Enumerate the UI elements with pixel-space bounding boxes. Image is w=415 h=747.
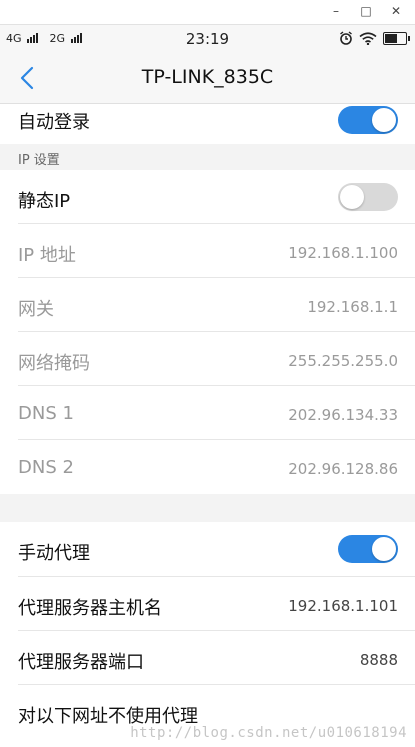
auto-login-toggle[interactable] [338,106,398,134]
manual-proxy-row[interactable]: 手动代理 [0,522,415,577]
dns1-value: 202.96.134.33 [288,406,398,424]
netmask-value: 255.255.255.0 [288,352,398,370]
window-titlebar: – □ ✕ [0,0,415,25]
proxy-host-row[interactable]: 代理服务器主机名 192.168.1.101 [0,577,415,631]
ip-address-value: 192.168.1.100 [288,244,398,262]
static-ip-label: 静态IP [18,191,71,212]
minimize-button[interactable]: – [323,2,349,20]
gateway-label: 网关 [18,299,54,320]
dns1-label: DNS 1 [18,403,74,424]
static-ip-toggle[interactable] [338,183,398,211]
proxy-port-row[interactable]: 代理服务器端口 8888 [0,631,415,685]
alarm-icon [340,31,352,45]
proxy-port-label: 代理服务器端口 [18,652,144,673]
section-title: IP 设置 [18,153,60,168]
netmask-row: 网络掩码 255.255.255.0 [0,332,415,386]
maximize-button[interactable]: □ [353,2,379,20]
ip-address-row: IP 地址 192.168.1.100 [0,224,415,278]
proxy-host-value[interactable]: 192.168.1.101 [288,597,398,615]
watermark: http://blog.csdn.net/u010618194 [130,725,407,741]
gateway-row: 网关 192.168.1.1 [0,278,415,332]
manual-proxy-label: 手动代理 [18,543,90,564]
proxy-host-label: 代理服务器主机名 [18,598,162,619]
dns2-row: DNS 2 202.96.128.86 [0,440,415,494]
dns1-row: DNS 1 202.96.134.33 [0,386,415,440]
netmask-label: 网络掩码 [18,353,90,374]
battery-icon [383,31,410,45]
page-title: TP-LINK_835C [141,66,274,88]
dns2-label: DNS 2 [18,457,74,478]
ip-address-label: IP 地址 [18,245,76,266]
proxy-port-value[interactable]: 8888 [360,651,398,669]
ip-settings-section-header: IP 设置 [0,144,415,170]
auto-login-label: 自动登录 [18,112,90,133]
status-bar: 4G 2G 23:19 [0,25,415,53]
gateway-value: 192.168.1.1 [307,298,398,316]
dns2-value: 202.96.128.86 [288,460,398,478]
static-ip-row[interactable]: 静态IP [0,170,415,224]
auto-login-row[interactable]: 自动登录 [0,104,415,144]
close-button[interactable]: ✕ [383,2,409,20]
manual-proxy-toggle[interactable] [338,535,398,563]
status-icons [339,31,410,45]
wifi-icon [359,31,377,45]
header-bar: TP-LINK_835C [0,53,415,104]
